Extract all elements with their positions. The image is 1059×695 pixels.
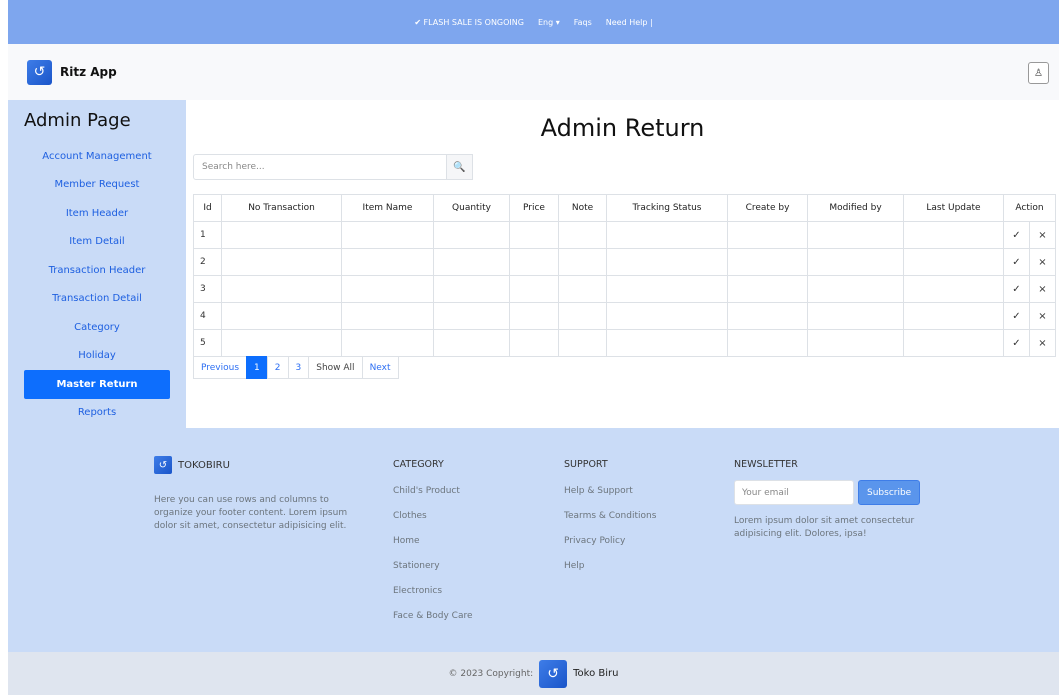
sidebar: Admin Page Account Management Member Req… bbox=[8, 100, 186, 428]
pagination-previous[interactable]: Previous bbox=[193, 356, 248, 379]
language-selector[interactable]: Eng ▾ bbox=[538, 18, 560, 27]
footer-link-home[interactable]: Home bbox=[393, 536, 473, 561]
footer-newsletter-column: NEWSLETTER Your email Subscribe Lorem ip… bbox=[734, 459, 934, 541]
col-item-name: Item Name bbox=[341, 194, 434, 222]
sidebar-item-account-management[interactable]: Account Management bbox=[8, 142, 186, 171]
copyright-brand-link[interactable]: Toko Biru bbox=[573, 668, 618, 679]
footer-link-help-support[interactable]: Help & Support bbox=[564, 486, 656, 511]
table-header-row: Id No Transaction Item Name Quantity Pri… bbox=[193, 194, 1056, 222]
col-modified-by: Modified by bbox=[807, 194, 904, 222]
sidebar-item-member-request[interactable]: Member Request bbox=[8, 171, 186, 200]
footer-link-terms-conditions[interactable]: Tearms & Conditions bbox=[564, 511, 656, 536]
newsletter-email-input[interactable]: Your email bbox=[734, 480, 854, 505]
table-row: 4 ✓ × bbox=[193, 302, 1056, 330]
sidebar-item-reports[interactable]: Reports bbox=[8, 399, 186, 428]
pagination-page-3[interactable]: 3 bbox=[287, 356, 310, 379]
promo-bar: ✔ FLASH SALE IS ONGOING Eng ▾ Faqs Need … bbox=[8, 0, 1059, 44]
footer-link-childs-product[interactable]: Child's Product bbox=[393, 486, 473, 511]
table-row: 3 ✓ × bbox=[193, 275, 1056, 303]
newsletter-form: Your email Subscribe bbox=[734, 480, 934, 505]
pagination-page-1[interactable]: 1 bbox=[246, 356, 268, 379]
newsletter-description: Lorem ipsum dolor sit amet consectetur a… bbox=[734, 516, 915, 539]
footer-support-column: SUPPORT Help & Support Tearms & Conditio… bbox=[564, 459, 656, 586]
footer-link-help[interactable]: Help bbox=[564, 561, 656, 586]
col-last-update: Last Update bbox=[903, 194, 1004, 222]
bag-logo-icon: ↺ bbox=[539, 659, 568, 688]
sidebar-item-master-return[interactable]: Master Return bbox=[24, 370, 170, 399]
copyright-text: © 2023 Copyright: bbox=[448, 668, 534, 679]
sidebar-item-holiday[interactable]: Holiday bbox=[8, 342, 186, 371]
col-quantity: Quantity bbox=[433, 194, 510, 222]
search-icon[interactable]: 🔍 bbox=[447, 154, 473, 180]
sidebar-item-category[interactable]: Category bbox=[8, 313, 186, 342]
footer-link-electronics[interactable]: Electronics bbox=[393, 586, 473, 611]
reject-icon[interactable]: × bbox=[1029, 221, 1056, 249]
pagination-show-all[interactable]: Show All bbox=[308, 356, 363, 379]
row-id: 4 bbox=[193, 302, 222, 330]
footer-brand[interactable]: ↺ TOKOBIRU bbox=[154, 456, 350, 474]
flash-sale-text: ✔ FLASH SALE IS ONGOING bbox=[414, 17, 524, 27]
col-note: Note bbox=[558, 194, 607, 222]
footer-link-stationery[interactable]: Stationery bbox=[393, 561, 473, 586]
footer-link-privacy-policy[interactable]: Privacy Policy bbox=[564, 536, 656, 561]
sidebar-item-item-header[interactable]: Item Header bbox=[8, 199, 186, 228]
footer-brand-column: ↺ TOKOBIRU Here you can use rows and col… bbox=[154, 456, 350, 533]
footer-support-heading: SUPPORT bbox=[564, 459, 608, 470]
navbar: ↺ Ritz App ♙ bbox=[8, 44, 1059, 100]
footer-category-column: CATEGORY Child's Product Clothes Home St… bbox=[393, 459, 473, 636]
col-tracking-status: Tracking Status bbox=[606, 194, 728, 222]
col-no-transaction: No Transaction bbox=[221, 194, 342, 222]
bag-logo-icon: ↺ bbox=[154, 456, 172, 474]
search-bar: Search here... 🔍 bbox=[193, 154, 473, 180]
search-input[interactable]: Search here... bbox=[193, 154, 447, 180]
subscribe-button[interactable]: Subscribe bbox=[858, 480, 921, 505]
col-action: Action bbox=[1003, 194, 1056, 222]
row-id: 1 bbox=[193, 221, 222, 249]
approve-icon[interactable]: ✓ bbox=[1003, 302, 1030, 330]
footer-newsletter-heading: NEWSLETTER bbox=[734, 459, 798, 470]
main-content: Admin Return Search here... 🔍 Id No Tran… bbox=[186, 100, 1059, 428]
row-id: 3 bbox=[193, 275, 222, 303]
footer-link-clothes[interactable]: Clothes bbox=[393, 511, 473, 536]
pagination: Previous 1 2 3 Show All Next bbox=[193, 356, 399, 379]
reject-icon[interactable]: × bbox=[1029, 275, 1056, 303]
footer-description: Here you can use rows and columns to org… bbox=[154, 495, 348, 531]
faqs-link[interactable]: Faqs bbox=[574, 18, 592, 27]
footer: ↺ TOKOBIRU Here you can use rows and col… bbox=[8, 428, 1059, 652]
col-id: Id bbox=[193, 194, 222, 222]
reject-icon[interactable]: × bbox=[1029, 248, 1056, 276]
table-row: 2 ✓ × bbox=[193, 248, 1056, 276]
sidebar-item-transaction-detail[interactable]: Transaction Detail bbox=[8, 285, 186, 314]
approve-icon[interactable]: ✓ bbox=[1003, 248, 1030, 276]
sidebar-item-item-detail[interactable]: Item Detail bbox=[8, 228, 186, 257]
app-name: Ritz App bbox=[60, 65, 117, 79]
table-row: 5 ✓ × bbox=[193, 329, 1056, 357]
col-price: Price bbox=[509, 194, 559, 222]
copyright-bar: © 2023 Copyright: ↺ Toko Biru bbox=[8, 652, 1059, 695]
sidebar-title: Admin Page bbox=[24, 110, 131, 131]
need-help-link[interactable]: Need Help | bbox=[606, 18, 653, 27]
col-create-by: Create by bbox=[727, 194, 808, 222]
pagination-next[interactable]: Next bbox=[361, 356, 399, 379]
reject-icon[interactable]: × bbox=[1029, 302, 1056, 330]
approve-icon[interactable]: ✓ bbox=[1003, 329, 1030, 357]
approve-icon[interactable]: ✓ bbox=[1003, 221, 1030, 249]
user-icon[interactable]: ♙ bbox=[1028, 62, 1049, 84]
footer-link-face-body-care[interactable]: Face & Body Care bbox=[393, 611, 473, 636]
footer-category-heading: CATEGORY bbox=[393, 459, 444, 470]
table-row: 1 ✓ × bbox=[193, 221, 1056, 249]
bag-logo-icon: ↺ bbox=[27, 59, 52, 85]
approve-icon[interactable]: ✓ bbox=[1003, 275, 1030, 303]
brand[interactable]: ↺ Ritz App bbox=[27, 59, 117, 85]
row-id: 2 bbox=[193, 248, 222, 276]
reject-icon[interactable]: × bbox=[1029, 329, 1056, 357]
row-id: 5 bbox=[193, 329, 222, 357]
footer-brand-name: TOKOBIRU bbox=[178, 459, 230, 471]
sidebar-item-transaction-header[interactable]: Transaction Header bbox=[8, 256, 186, 285]
page-title: Admin Return bbox=[540, 114, 705, 142]
pagination-page-2[interactable]: 2 bbox=[266, 356, 289, 379]
return-table: Id No Transaction Item Name Quantity Pri… bbox=[193, 194, 1056, 357]
